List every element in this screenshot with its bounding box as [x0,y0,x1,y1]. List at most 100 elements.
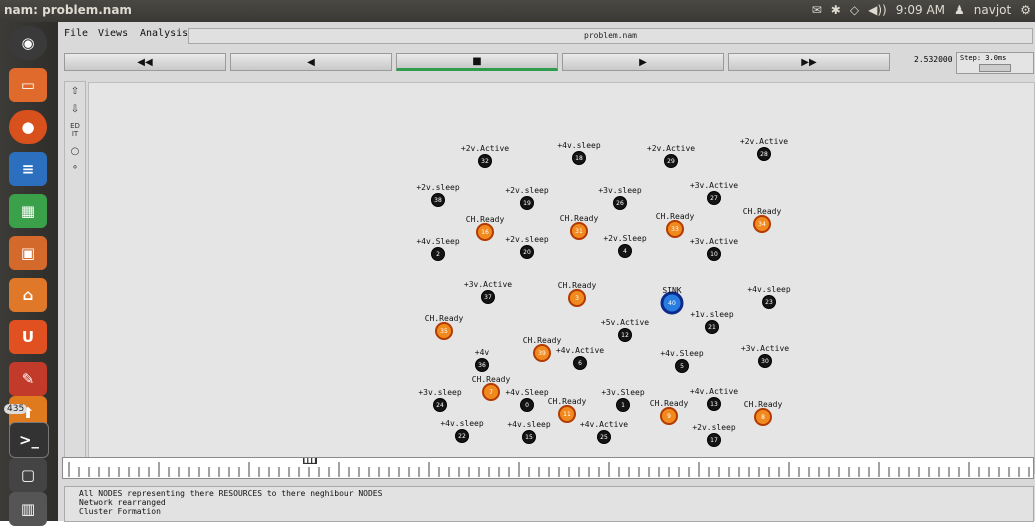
menu-analysis[interactable]: Analysis [140,28,188,39]
node-label: CH.Ready [466,215,505,224]
network-node[interactable]: 1 +3v.Sleep [601,388,645,412]
node-id: 39 [538,350,546,357]
network-node[interactable]: 21 +1v.sleep [690,310,734,334]
network-graph: 32+2v.Active 18+4v.sleep 29+2v.Active 28+2v… [416,137,791,447]
menu-views[interactable]: Views [98,28,128,39]
system-settings-icon[interactable]: ✎ [9,362,47,396]
files-icon[interactable]: ▭ [9,68,47,102]
network-node[interactable]: 25 +4v.Active [580,420,628,444]
edit-icon[interactable]: ED IT [68,122,82,138]
mail-icon[interactable]: ✉ [812,3,822,17]
step-slider[interactable] [979,64,1011,72]
network-node[interactable]: 6 +4v.Active [556,346,604,370]
node-id: 20 [523,249,531,256]
network-node[interactable]: 30 +3v.Active [741,344,789,368]
network-node[interactable]: 32 +2v.Active [461,144,509,168]
node-label: CH.Ready [548,397,587,406]
node-id: 37 [484,294,492,301]
node-id: 19 [523,200,531,207]
network-node[interactable]: 36 +4v [475,348,490,372]
clock[interactable]: 9:09 AM [896,3,945,17]
ubuntu-one-icon[interactable]: U [9,320,47,354]
node-label: +4v.Sleep [660,349,704,358]
node-id: 26 [616,200,624,207]
network-node[interactable]: 8 CH.Ready [744,400,783,426]
bluetooth-icon[interactable]: ✱ [831,3,841,17]
network-node[interactable]: 34 CH.Ready [743,207,782,233]
network-node[interactable]: 37 +3v.Active [464,280,512,304]
network-node[interactable]: 17 +2v.sleep [692,423,736,447]
volume-icon[interactable]: ◀)) [868,3,887,17]
network-node[interactable]: 15 +4v.sleep [507,420,551,444]
network-node[interactable]: 23 +4v.sleep [747,285,791,309]
writer-icon[interactable]: ≡ [9,152,47,186]
network-node[interactable]: 24 +3v.sleep [418,388,462,412]
node-label: CH.Ready [425,314,464,323]
network-node[interactable]: 19 +2v.sleep [505,186,549,210]
wifi-icon[interactable]: ◇ [850,3,859,17]
calc-icon[interactable]: ▦ [9,194,47,228]
node-id: 11 [563,411,571,418]
node-label: CH.Ready [656,212,695,221]
zoom-out-icon[interactable]: ⇩ [68,104,82,116]
timeline-bar[interactable]: ▮▮▮ [62,457,1034,479]
user-icon[interactable]: ♟ [954,3,965,17]
network-node[interactable]: 0 +4v.Sleep [505,388,549,412]
network-node[interactable]: 33 CH.Ready [656,212,695,238]
network-canvas[interactable]: 32 +2v.Active 18 +4v.sleep 29 +2v.Active 28 +2v… [88,82,1035,474]
node-id: 31 [575,228,583,235]
settings-gear-icon[interactable]: ⚙ [1020,3,1031,17]
node-label: +3v.sleep [418,388,462,397]
network-node[interactable]: 18 +4v.sleep [557,141,601,165]
step-label: Step: 3.0ms [960,54,1007,62]
network-node[interactable]: 12 +5v.Active [601,318,649,342]
menu-file[interactable]: File [64,28,88,39]
network-node[interactable]: 26 +3v.sleep [598,186,642,210]
option-radio-2[interactable]: ∘ [68,162,82,174]
zoom-in-icon[interactable]: ⇧ [68,86,82,98]
network-node[interactable]: 5 +4v.Sleep [660,349,704,373]
dash-home-icon[interactable]: ◉ [9,26,47,60]
software-center-icon[interactable]: ⌂ [9,278,47,312]
firefox-icon[interactable]: ● [9,110,47,144]
network-node[interactable]: 28 +2v.Active [740,137,788,161]
network-node[interactable]: 11 CH.Ready [548,397,587,423]
timeline-marker[interactable]: ▮▮▮ [303,458,317,464]
impress-icon[interactable]: ▣ [9,236,47,270]
update-count-badge: 435 [4,404,28,414]
network-node[interactable]: 10 +3v.Active [690,237,738,261]
network-node[interactable]: 38 +2v.sleep [416,183,460,207]
fast-rewind-button[interactable]: ◀◀ [64,53,226,71]
network-node[interactable]: 2 +4v.Sleep [416,237,460,261]
network-node[interactable]: 29 +2v.Active [647,144,695,168]
node-label: CH.Ready [523,336,562,345]
node-id: 8 [761,414,765,421]
network-node[interactable]: 22 +4v.sleep [440,419,484,443]
network-node[interactable]: 4 +2v.Sleep [603,234,647,258]
play-button[interactable]: ▶ [562,53,724,71]
node-label: +4v.sleep [507,420,551,429]
log-line: Network rearranged [79,498,166,507]
network-node[interactable]: 16 CH.Ready [466,215,505,241]
node-id: 17 [710,437,718,444]
node-id: 36 [478,362,486,369]
user-name[interactable]: navjot [974,3,1011,17]
fast-forward-button[interactable]: ▶▶ [728,53,890,71]
time-display: 2.532000 [914,55,953,64]
network-node[interactable]: 31 CH.Ready [560,214,599,240]
terminal-icon[interactable]: >_ [9,422,49,458]
network-node[interactable]: 20 +2v.sleep [505,235,549,259]
network-node[interactable]: 40 SINK [660,286,684,315]
workspace-icon[interactable]: ▢ [9,458,47,492]
network-node[interactable]: 35 CH.Ready [425,314,464,340]
option-radio-1[interactable]: ○ [68,146,82,158]
network-node[interactable]: 9 CH.Ready [650,399,689,425]
rewind-button[interactable]: ◀ [230,53,392,71]
network-node[interactable]: 27 +3v.Active [690,181,738,205]
node-label: +4v.Active [556,346,604,355]
node-id: 22 [458,433,466,440]
network-node[interactable]: 13 +4v.Active [690,387,738,411]
node-id: 3 [575,295,579,302]
network-node[interactable]: 3 CH.Ready [558,281,597,307]
stop-button[interactable]: ■ [396,53,558,71]
